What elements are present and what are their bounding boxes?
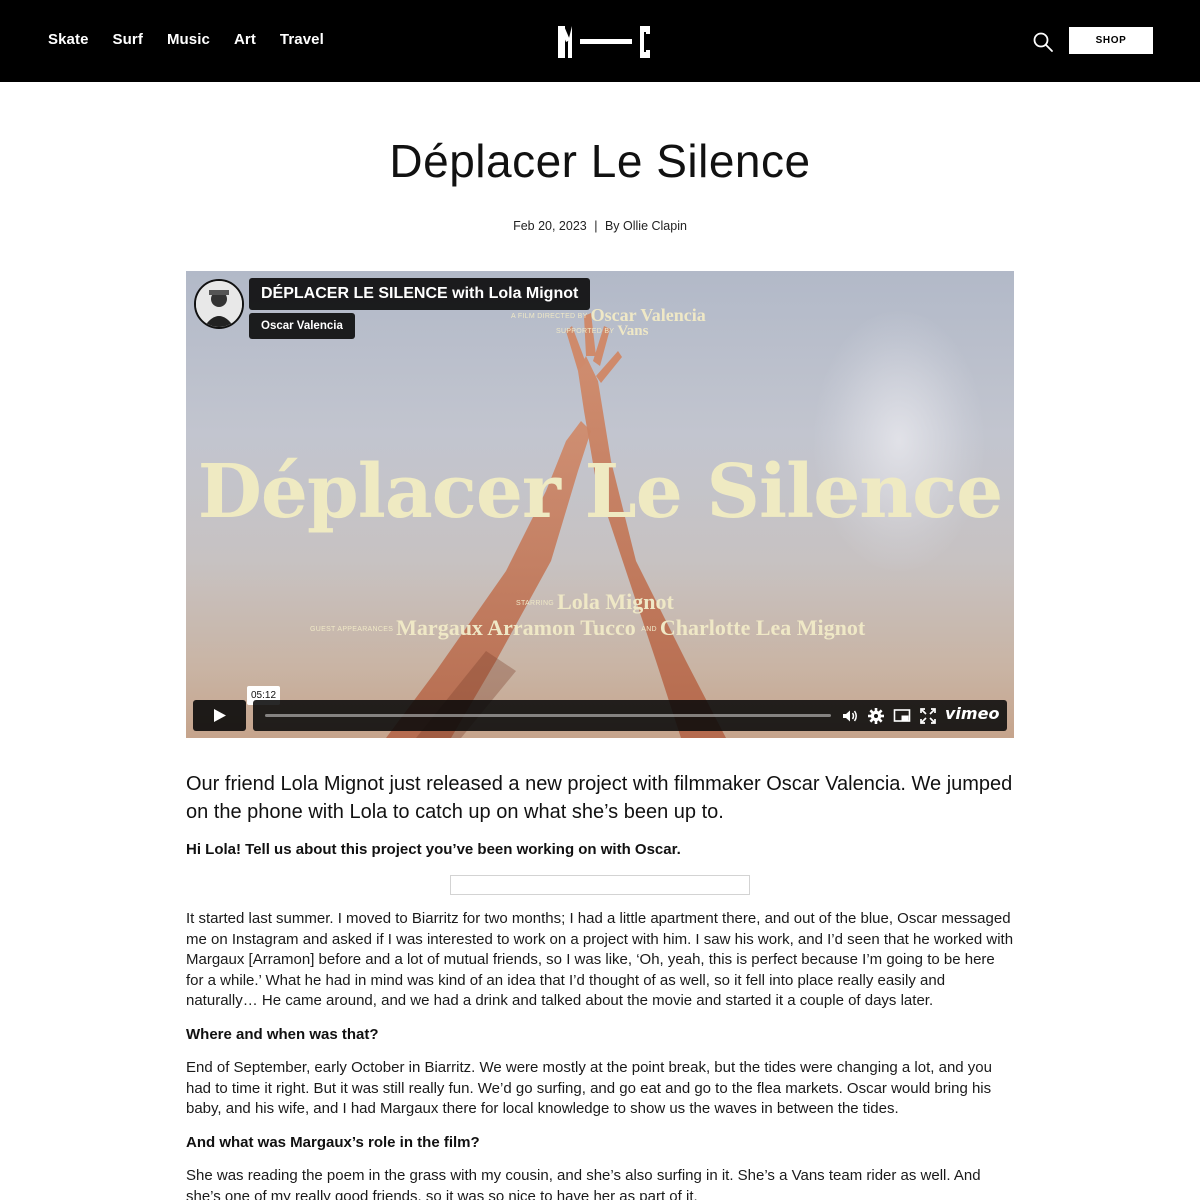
guest-name-1: Margaux Arramon Tucco bbox=[396, 615, 636, 640]
directed-prefix: A FILM DIRECTED BY bbox=[511, 313, 588, 321]
poster-title: Déplacer Le Silence bbox=[197, 449, 1004, 535]
volume-icon[interactable] bbox=[841, 707, 859, 725]
meta-separator: | bbox=[594, 219, 598, 233]
main-nav: Skate Surf Music Art Travel bbox=[48, 31, 348, 48]
supported-credit: SUPPORTED BY Vans bbox=[556, 323, 648, 340]
play-button[interactable] bbox=[193, 700, 246, 731]
guest-and: AND bbox=[641, 626, 657, 634]
answer-2: End of September, early October in Biarr… bbox=[186, 1059, 992, 1117]
site-logo[interactable] bbox=[556, 24, 652, 60]
answer-1: It started last summer. I moved to Biarr… bbox=[186, 910, 1014, 1009]
answer-3: She was reading the poem in the grass wi… bbox=[186, 1167, 981, 1200]
video-player[interactable]: A FILM DIRECTED BY Oscar Valencia SUPPORT… bbox=[186, 271, 1014, 738]
article-title: Déplacer Le Silence bbox=[389, 135, 811, 187]
article-lead: Our friend Lola Mignot just released a n… bbox=[186, 773, 1013, 823]
nav-music[interactable]: Music bbox=[167, 31, 210, 48]
shop-button[interactable]: SHOP bbox=[1069, 27, 1153, 54]
embed-placeholder bbox=[450, 875, 750, 895]
play-icon bbox=[214, 709, 226, 722]
settings-gear-icon[interactable] bbox=[867, 707, 885, 725]
starring-credit: STARRING Lola Mignot bbox=[516, 589, 674, 615]
article-date: Feb 20, 2023 bbox=[513, 219, 587, 233]
nav-skate[interactable]: Skate bbox=[48, 31, 89, 48]
question-1: Hi Lola! Tell us about this project you’… bbox=[186, 841, 681, 858]
directed-name: Oscar Valencia bbox=[590, 305, 706, 325]
avatar-portrait-icon bbox=[196, 281, 242, 327]
nav-surf[interactable]: Surf bbox=[113, 31, 143, 48]
article-meta: Feb 20, 2023 | By Ollie Clapin bbox=[0, 219, 1200, 233]
nav-travel[interactable]: Travel bbox=[280, 31, 324, 48]
question-2: Where and when was that? bbox=[186, 1026, 379, 1043]
supported-name: Vans bbox=[617, 323, 649, 339]
video-controls: vimeo bbox=[253, 700, 1007, 731]
guest-prefix: GUEST APPEARANCES bbox=[310, 626, 394, 634]
progress-track[interactable] bbox=[265, 714, 831, 717]
article-byline[interactable]: By Ollie Clapin bbox=[605, 219, 687, 233]
site-header: Skate Surf Music Art Travel SHOP bbox=[0, 0, 1200, 82]
author-avatar[interactable] bbox=[194, 279, 244, 329]
starring-prefix: STARRING bbox=[516, 600, 555, 608]
fullscreen-icon[interactable] bbox=[919, 707, 937, 725]
search-icon[interactable] bbox=[1031, 30, 1055, 54]
starring-name: Lola Mignot bbox=[557, 589, 674, 614]
supported-prefix: SUPPORTED BY bbox=[556, 328, 615, 336]
guest-credit: GUEST APPEARANCES Margaux Arramon Tucco A… bbox=[310, 615, 865, 641]
video-title[interactable]: DÉPLACER LE SILENCE with Lola Mignot bbox=[249, 278, 591, 310]
nav-art[interactable]: Art bbox=[234, 31, 256, 48]
question-3: And what was Margaux’s role in the film? bbox=[186, 1134, 480, 1151]
picture-in-picture-icon[interactable] bbox=[893, 707, 911, 725]
video-author[interactable]: Oscar Valencia bbox=[249, 313, 355, 339]
guest-name-2: Charlotte Lea Mignot bbox=[659, 615, 866, 640]
vimeo-logo[interactable]: vimeo bbox=[945, 704, 999, 723]
